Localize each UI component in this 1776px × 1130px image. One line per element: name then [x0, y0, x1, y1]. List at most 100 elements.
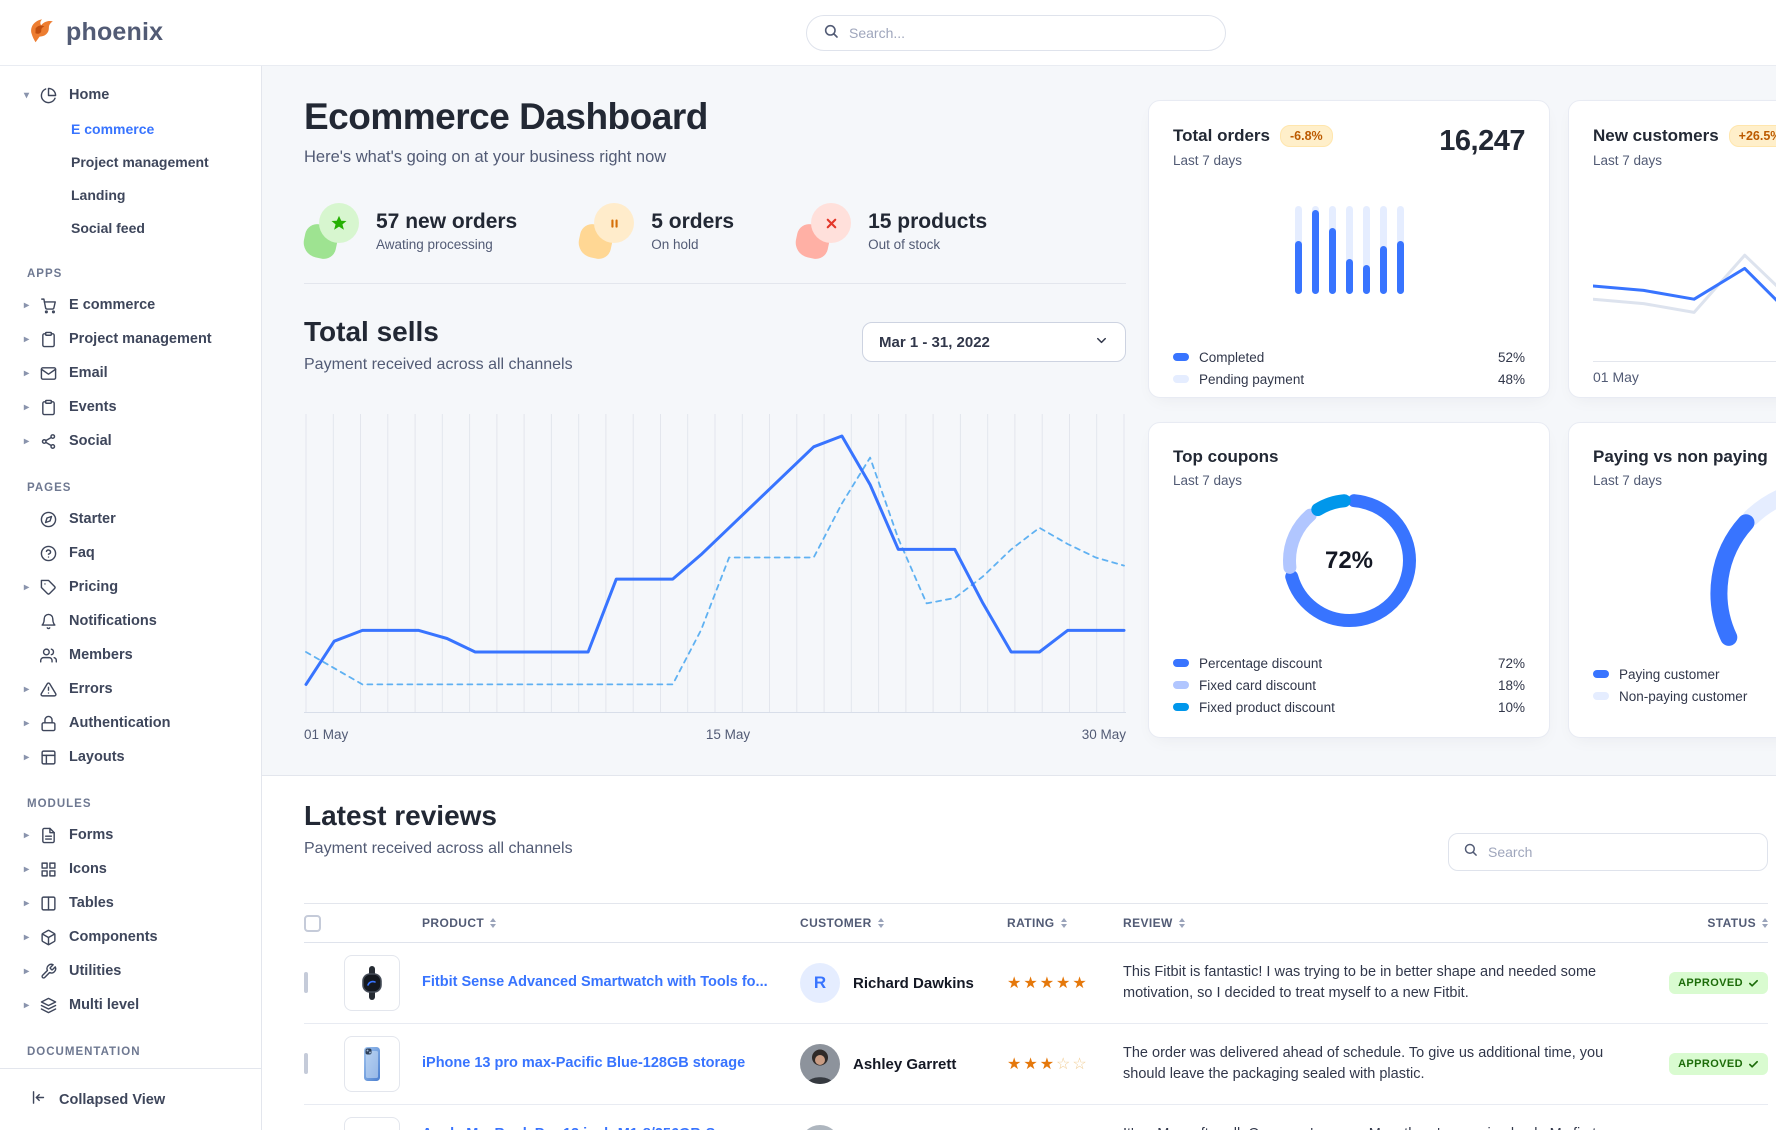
sidebar-item-label: Components — [69, 929, 158, 945]
phoenix-logo-icon — [26, 15, 56, 50]
brand-logo[interactable]: phoenix — [0, 15, 236, 50]
caret-right-icon: ▸ — [24, 368, 39, 379]
review-text: The order was delivered ahead of schedul… — [1123, 1043, 1636, 1085]
product-image[interactable] — [344, 955, 400, 1011]
card-paying-title: Paying vs non paying — [1593, 447, 1768, 467]
table-row: Fitbit Sense Advanced Smartwatch with To… — [304, 943, 1768, 1024]
legend-swatch — [1593, 692, 1609, 700]
sidebar-item-label: Social — [69, 433, 112, 449]
paying-legend: Paying customer Non-paying customer — [1593, 663, 1776, 707]
caret-right-icon: ▸ — [24, 864, 39, 875]
card-top-coupons: Top coupons Last 7 days 72% Percentage d… — [1148, 422, 1550, 738]
x-tick-15-may: 15 May — [706, 727, 750, 742]
legend-value: 10% — [1498, 700, 1525, 715]
card-top-coupons-title: Top coupons — [1173, 447, 1278, 467]
status-badge: APPROVED — [1669, 972, 1768, 994]
legend-label: Pending payment — [1199, 372, 1304, 387]
sidebar-item-notifications[interactable]: Notifications — [0, 604, 261, 638]
x-tick-30-may: 30 May — [1082, 727, 1126, 742]
share-icon — [39, 432, 58, 451]
stat-value: 5 orders — [651, 210, 734, 234]
sidebar-item-events[interactable]: ▸ Events — [0, 390, 261, 424]
caret-right-icon: ▸ — [24, 898, 39, 909]
reviews-table: PRODUCT CUSTOMER RATING REVIEW STATUS Fi… — [304, 903, 1768, 1130]
row-checkbox[interactable] — [304, 1053, 308, 1074]
sidebar-item-label: Members — [69, 647, 133, 663]
sidebar-item-utilities[interactable]: ▸ Utilities — [0, 954, 261, 988]
star-badge-icon — [304, 203, 360, 259]
reviews-search-input[interactable] — [1488, 844, 1753, 860]
sidebar-item-members[interactable]: Members — [0, 638, 261, 672]
top-coupons-donut: 72% — [1277, 488, 1422, 633]
sidebar-subitem-social-feed[interactable]: Social feed — [0, 211, 261, 244]
total-orders-value: 16,247 — [1439, 125, 1525, 158]
column-header-customer[interactable]: CUSTOMER — [800, 916, 1007, 930]
question-icon — [39, 544, 58, 563]
reviews-search[interactable] — [1448, 833, 1768, 871]
sidebar-item-layouts[interactable]: ▸ Layouts — [0, 740, 261, 774]
column-header-status[interactable]: STATUS — [1636, 916, 1768, 930]
sort-icon — [878, 918, 884, 928]
grid-icon — [39, 860, 58, 879]
sidebar-item-authentication[interactable]: ▸ Authentication — [0, 706, 261, 740]
stat-0: 57 new orders Awating processing — [304, 203, 517, 259]
brand-name: phoenix — [66, 18, 163, 47]
sort-icon — [1061, 918, 1067, 928]
new-customers-period: Last 7 days — [1593, 153, 1776, 168]
sidebar-item-tables[interactable]: ▸ Tables — [0, 886, 261, 920]
sidebar-item-forms[interactable]: ▸ Forms — [0, 818, 261, 852]
product-image[interactable] — [344, 1036, 400, 1092]
global-search[interactable] — [806, 15, 1226, 51]
legend-row: Paying customer — [1593, 663, 1776, 685]
product-link[interactable]: Fitbit Sense Advanced Smartwatch with To… — [422, 973, 800, 993]
sidebar-subitem-landing[interactable]: Landing — [0, 178, 261, 211]
sidebar-item-e-commerce[interactable]: ▸ E commerce — [0, 288, 261, 322]
sidebar-item-faq[interactable]: Faq — [0, 536, 261, 570]
column-header-product[interactable]: PRODUCT — [422, 916, 800, 930]
stat-value: 57 new orders — [376, 210, 517, 234]
card-paying-vs-non-paying: Paying vs non paying Last 7 days Paying … — [1568, 422, 1776, 738]
date-range-select[interactable]: Mar 1 - 31, 2022 — [862, 322, 1126, 362]
donut-center-value: 72% — [1277, 488, 1422, 633]
product-link[interactable]: Apple MacBook Pro 13 inch-M1-8/256GB-Spa… — [422, 1125, 800, 1130]
sidebar-subitem-project-management[interactable]: Project management — [0, 145, 261, 178]
sidebar-item-pricing[interactable]: ▸ Pricing — [0, 570, 261, 604]
order-bar — [1329, 206, 1336, 294]
sidebar-section-label: DOCUMENTATION — [27, 1046, 261, 1058]
columns-icon — [39, 894, 58, 913]
product-link[interactable]: iPhone 13 pro max-Pacific Blue-128GB sto… — [422, 1054, 800, 1074]
sidebar-item-home[interactable]: ▾ Home — [0, 78, 261, 112]
legend-row: Completed 52% — [1173, 346, 1525, 368]
caret-right-icon: ▸ — [24, 830, 39, 841]
warning-icon — [39, 680, 58, 699]
collapse-view-button[interactable]: Collapsed View — [0, 1068, 261, 1130]
stat-label: Awating processing — [376, 237, 517, 252]
sidebar-item-label: Notifications — [69, 613, 157, 629]
order-bar — [1312, 206, 1319, 294]
avatar — [800, 1044, 840, 1084]
caret-down-icon: ▾ — [24, 90, 39, 101]
sidebar-item-errors[interactable]: ▸ Errors — [0, 672, 261, 706]
sidebar-section-label: PAGES — [27, 482, 261, 494]
latest-reviews-title: Latest reviews — [304, 800, 573, 832]
sidebar-item-multi-level[interactable]: ▸ Multi level — [0, 988, 261, 1022]
sidebar-item-icons[interactable]: ▸ Icons — [0, 852, 261, 886]
legend-row: Pending payment 48% — [1173, 368, 1525, 390]
select-all-checkbox[interactable] — [304, 915, 321, 932]
global-search-input[interactable] — [849, 25, 1209, 41]
sidebar-item-project-management[interactable]: ▸ Project management — [0, 322, 261, 356]
card-new-customers: New customers +26.5% Last 7 days 01 May — [1568, 100, 1776, 398]
column-header-rating[interactable]: RATING — [1007, 916, 1123, 930]
avatar: R — [800, 963, 840, 1003]
product-image[interactable] — [344, 1117, 400, 1130]
legend-value: 72% — [1498, 656, 1525, 671]
sidebar-item-components[interactable]: ▸ Components — [0, 920, 261, 954]
legend-value: 48% — [1498, 372, 1525, 387]
sidebar-item-email[interactable]: ▸ Email — [0, 356, 261, 390]
column-header-review[interactable]: REVIEW — [1123, 916, 1636, 930]
sidebar-subitem-e-commerce[interactable]: E commerce — [0, 112, 261, 145]
sidebar-item-starter[interactable]: Starter — [0, 502, 261, 536]
pie-chart-icon — [39, 86, 58, 105]
sidebar-item-social[interactable]: ▸ Social — [0, 424, 261, 458]
row-checkbox[interactable] — [304, 972, 308, 993]
